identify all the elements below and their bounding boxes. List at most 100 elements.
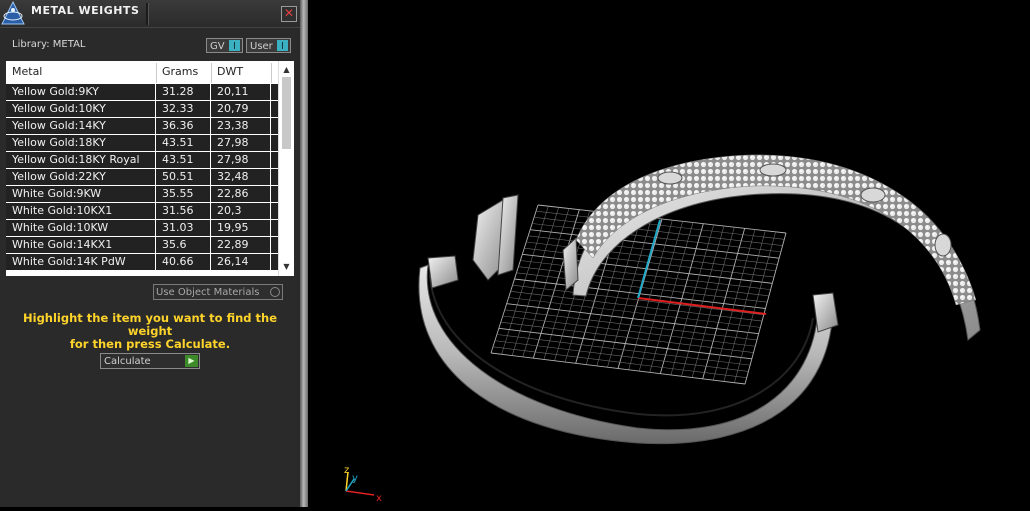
grid-line xyxy=(508,297,761,328)
dwt-cell: 32,48 xyxy=(211,169,271,185)
radio-indicator-icon xyxy=(270,287,280,297)
table-row[interactable]: White Gold:10KW 31.03 19,95 xyxy=(6,220,278,236)
3d-viewport[interactable]: x z y xyxy=(308,0,1030,507)
instructions-line: for then press Calculate. xyxy=(69,337,231,351)
instructions-line: Highlight the item you want to find the … xyxy=(23,311,277,338)
dwt-cell: 26,14 xyxy=(211,254,271,270)
grid-line xyxy=(500,321,754,353)
grams-cell: 35.55 xyxy=(156,186,211,202)
table-row[interactable]: White Gold:9KW 35.55 22,86 xyxy=(6,186,278,202)
grams-cell: 31.03 xyxy=(156,220,211,236)
metal-cell: White Gold:9KW xyxy=(6,186,156,202)
grid-line xyxy=(702,228,746,379)
user-toggle[interactable]: User xyxy=(246,38,291,53)
grid-line xyxy=(498,327,752,360)
dwt-cell: 20,11 xyxy=(211,84,271,100)
metal-cell: White Gold:14K PdW xyxy=(6,254,156,270)
panel-title: METAL WEIGHTS xyxy=(31,4,140,17)
metal-cell: White Gold:10KX1 xyxy=(6,203,156,219)
grid-line xyxy=(670,224,714,376)
metal-cell: White Gold:10KW xyxy=(6,220,156,236)
dwt-cell: 20,79 xyxy=(211,101,271,117)
close-icon[interactable]: ✕ xyxy=(281,6,297,22)
grid-line xyxy=(512,284,764,316)
metal-table: Metal Grams DWT Yellow Gold:9KY 31.28 20,1… xyxy=(6,61,294,276)
toggle-switch-icon xyxy=(277,40,288,51)
use-object-materials-label: Use Object Materials xyxy=(156,287,260,298)
grid-line xyxy=(510,291,763,322)
column-divider xyxy=(271,63,272,83)
table-scrollbar[interactable]: ▲ ▼ xyxy=(278,61,294,276)
table-rows: Yellow Gold:9KY 31.28 20,11 Yellow Gold:10K… xyxy=(6,84,278,271)
column-header-dwt[interactable]: DWT xyxy=(211,61,271,83)
dwt-cell: 20,3 xyxy=(211,203,271,219)
grid-line xyxy=(712,229,756,381)
column-header-metal[interactable]: Metal xyxy=(6,61,156,83)
table-row[interactable]: Yellow Gold:22KY 50.51 32,48 xyxy=(6,169,278,185)
metal-cell: Yellow Gold:9KY xyxy=(6,84,156,100)
grams-cell: 31.28 xyxy=(156,84,211,100)
calculate-label: Calculate xyxy=(104,356,151,367)
metal-cell: Yellow Gold:10KY xyxy=(6,101,156,117)
metal-cell: White Gold:14KX1 xyxy=(6,237,156,253)
dwt-cell: 27,98 xyxy=(211,152,271,168)
grid-line xyxy=(723,230,766,382)
grid-line xyxy=(734,231,776,383)
title-divider xyxy=(146,3,149,25)
metal-cell: Yellow Gold:22KY xyxy=(6,169,156,185)
library-label: Library: METAL xyxy=(12,39,86,50)
dwt-cell: 19,95 xyxy=(211,220,271,236)
table-row[interactable]: Yellow Gold:9KY 31.28 20,11 xyxy=(6,84,278,100)
table-row[interactable]: White Gold:14K PdW 40.66 26,14 xyxy=(6,254,278,270)
grams-cell: 50.51 xyxy=(156,169,211,185)
gv-toggle-label: GV xyxy=(210,41,225,52)
instructions-text: Highlight the item you want to find the … xyxy=(14,312,286,351)
axis-gizmo: x z y xyxy=(344,465,382,504)
gv-toggle[interactable]: GV xyxy=(206,38,243,53)
grid-line xyxy=(681,225,725,377)
table-row[interactable]: White Gold:10KX1 31.56 20,3 xyxy=(6,203,278,219)
grams-cell: 35.6 xyxy=(156,237,211,253)
panel-splitter[interactable] xyxy=(300,0,308,507)
dwt-cell: 27,98 xyxy=(211,135,271,151)
grid-line xyxy=(492,346,747,379)
metal-cell: Yellow Gold:14KY xyxy=(6,118,156,134)
grams-cell: 43.51 xyxy=(156,135,211,151)
metal-weights-panel: METAL WEIGHTS ✕ Library: METAL GV User M… xyxy=(0,0,300,507)
calculate-button[interactable]: Calculate ▶ xyxy=(100,353,200,369)
grid-line xyxy=(502,315,756,347)
grid-line xyxy=(691,227,735,378)
grid-line xyxy=(628,220,673,370)
column-header-grams[interactable]: Grams xyxy=(156,61,211,83)
app-logo-icon xyxy=(1,0,25,25)
grid-line xyxy=(490,352,746,385)
grid-line xyxy=(638,221,683,372)
grams-cell: 32.33 xyxy=(156,101,211,117)
grid-line xyxy=(504,309,757,341)
grid-line xyxy=(494,340,749,372)
grams-cell: 31.56 xyxy=(156,203,211,219)
table-row[interactable]: Yellow Gold:18KY 43.51 27,98 xyxy=(6,135,278,151)
dwt-cell: 23,38 xyxy=(211,118,271,134)
grid-line xyxy=(744,232,787,385)
grams-cell: 43.51 xyxy=(156,152,211,168)
table-row[interactable]: Yellow Gold:18KY Royal 43.51 27,98 xyxy=(6,152,278,168)
dwt-cell: 22,89 xyxy=(211,237,271,253)
dwt-cell: 22,86 xyxy=(211,186,271,202)
scroll-thumb[interactable] xyxy=(282,77,291,149)
metal-cell: Yellow Gold:18KY xyxy=(6,135,156,151)
axis-label-y: y xyxy=(352,473,358,484)
table-row[interactable]: Yellow Gold:14KY 36.36 23,38 xyxy=(6,118,278,134)
table-header: Metal Grams DWT xyxy=(6,61,278,83)
user-toggle-label: User xyxy=(250,41,273,52)
table-row[interactable]: White Gold:14KX1 35.6 22,89 xyxy=(6,237,278,253)
scroll-down-icon[interactable]: ▼ xyxy=(279,260,294,274)
y-axis-line xyxy=(637,219,661,299)
table-row[interactable]: Yellow Gold:10KY 32.33 20,79 xyxy=(6,101,278,117)
scroll-up-icon[interactable]: ▲ xyxy=(279,63,294,77)
metal-cell: Yellow Gold:18KY Royal xyxy=(6,152,156,168)
grams-cell: 40.66 xyxy=(156,254,211,270)
use-object-materials-button[interactable]: Use Object Materials xyxy=(153,284,283,300)
grid-line xyxy=(659,223,704,374)
panel-titlebar[interactable]: METAL WEIGHTS ✕ xyxy=(0,0,300,28)
